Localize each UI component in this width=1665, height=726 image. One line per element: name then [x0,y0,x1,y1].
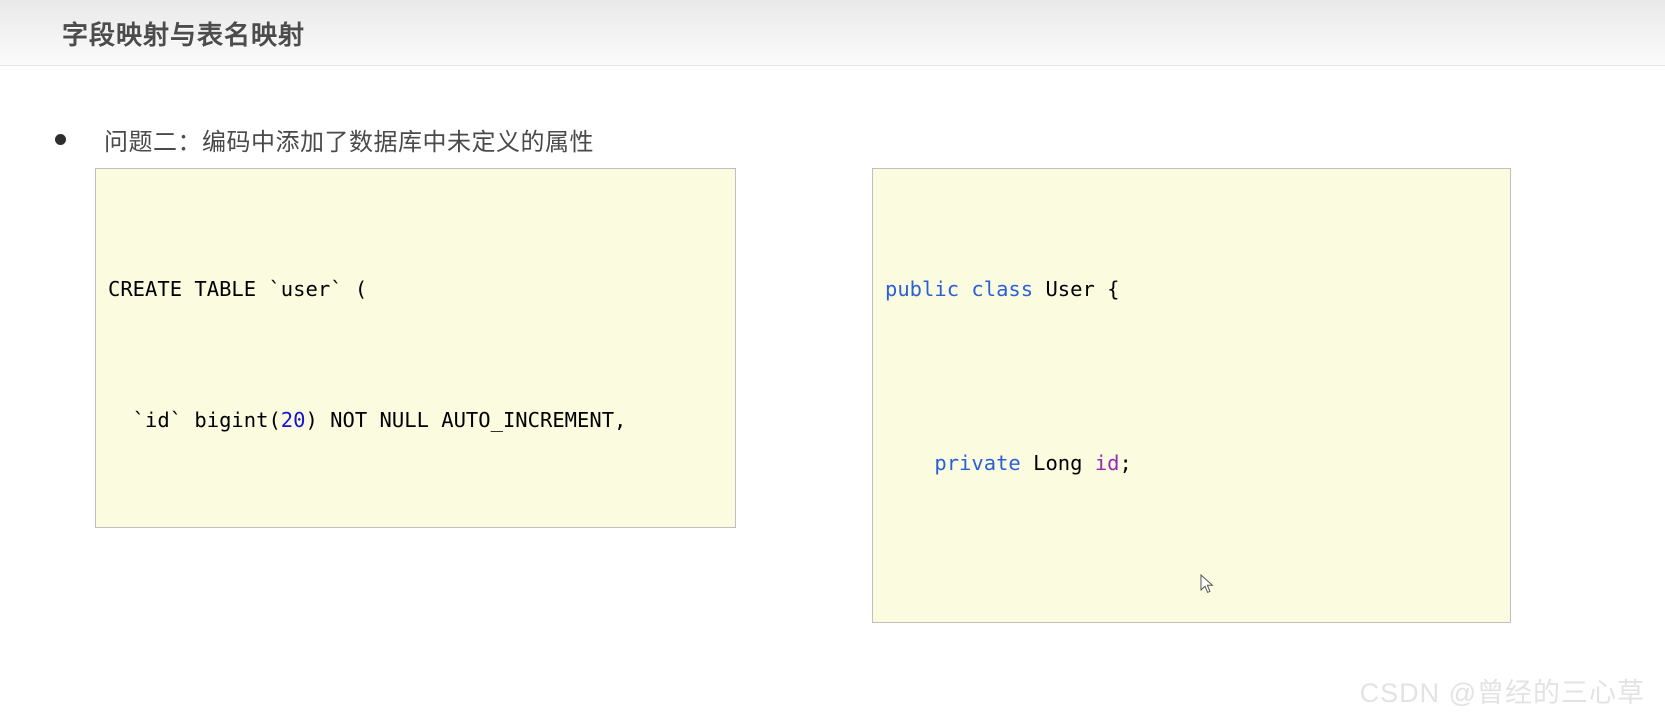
csdn-watermark: CSDN @曾经的三心草 [1359,678,1645,708]
code-line: private Long id; [885,442,1510,486]
code-token: CREATE TABLE `user` ( [108,277,368,301]
java-entity-code-block: public class User { private Long id; pri… [872,168,1511,623]
code-line: `id` bigint(20) NOT NULL AUTO_INCREMENT, [108,399,735,443]
slide-header-bar: 字段映射与表名映射 [0,0,1665,66]
bullet-item: 问题二：编码中添加了数据库中未定义的属性 [55,122,594,157]
code-token: User { [1033,277,1120,301]
code-keyword-token: private [934,451,1021,475]
bullet-dot-icon [55,134,66,145]
code-line: CREATE TABLE `user` ( [108,268,735,312]
page-title: 字段映射与表名映射 [62,20,306,50]
code-line: private String name; [885,616,1510,622]
code-token: ; [1119,451,1132,475]
sql-create-table-code-block: CREATE TABLE `user` ( `id` bigint(20) NO… [95,168,736,528]
code-type-token: Long [1020,451,1095,475]
code-line: public class User { [885,268,1510,312]
code-token: `id` bigint( [108,407,281,432]
code-token: ) NOT NULL AUTO_INCREMENT, [305,407,627,432]
code-field-token: id [1094,451,1120,475]
code-keyword-token: public [885,277,960,301]
code-keyword-token: class [971,277,1034,301]
bullet-item-label: 问题二：编码中添加了数据库中未定义的属性 [104,129,594,156]
code-number-token: 20 [280,407,306,432]
